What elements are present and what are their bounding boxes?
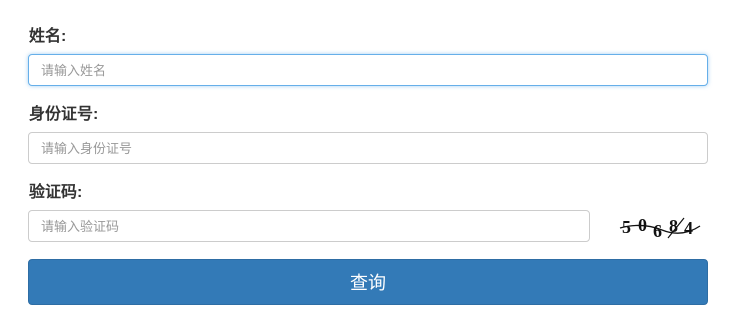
- captcha-image[interactable]: 5 0 6 8 4: [618, 212, 702, 242]
- captcha-char: 6: [653, 221, 662, 241]
- name-input[interactable]: [28, 54, 708, 86]
- id-number-label: 身份证号:: [29, 106, 99, 123]
- name-label: 姓名:: [29, 28, 67, 45]
- query-form: 姓名: 身份证号: 验证码: 5 0 6 8 4 查询: [0, 0, 745, 331]
- captcha-label: 验证码:: [29, 184, 83, 201]
- captcha-input[interactable]: [28, 210, 590, 242]
- id-number-input[interactable]: [28, 132, 708, 164]
- captcha-char: 4: [684, 218, 693, 238]
- query-button[interactable]: 查询: [28, 259, 708, 305]
